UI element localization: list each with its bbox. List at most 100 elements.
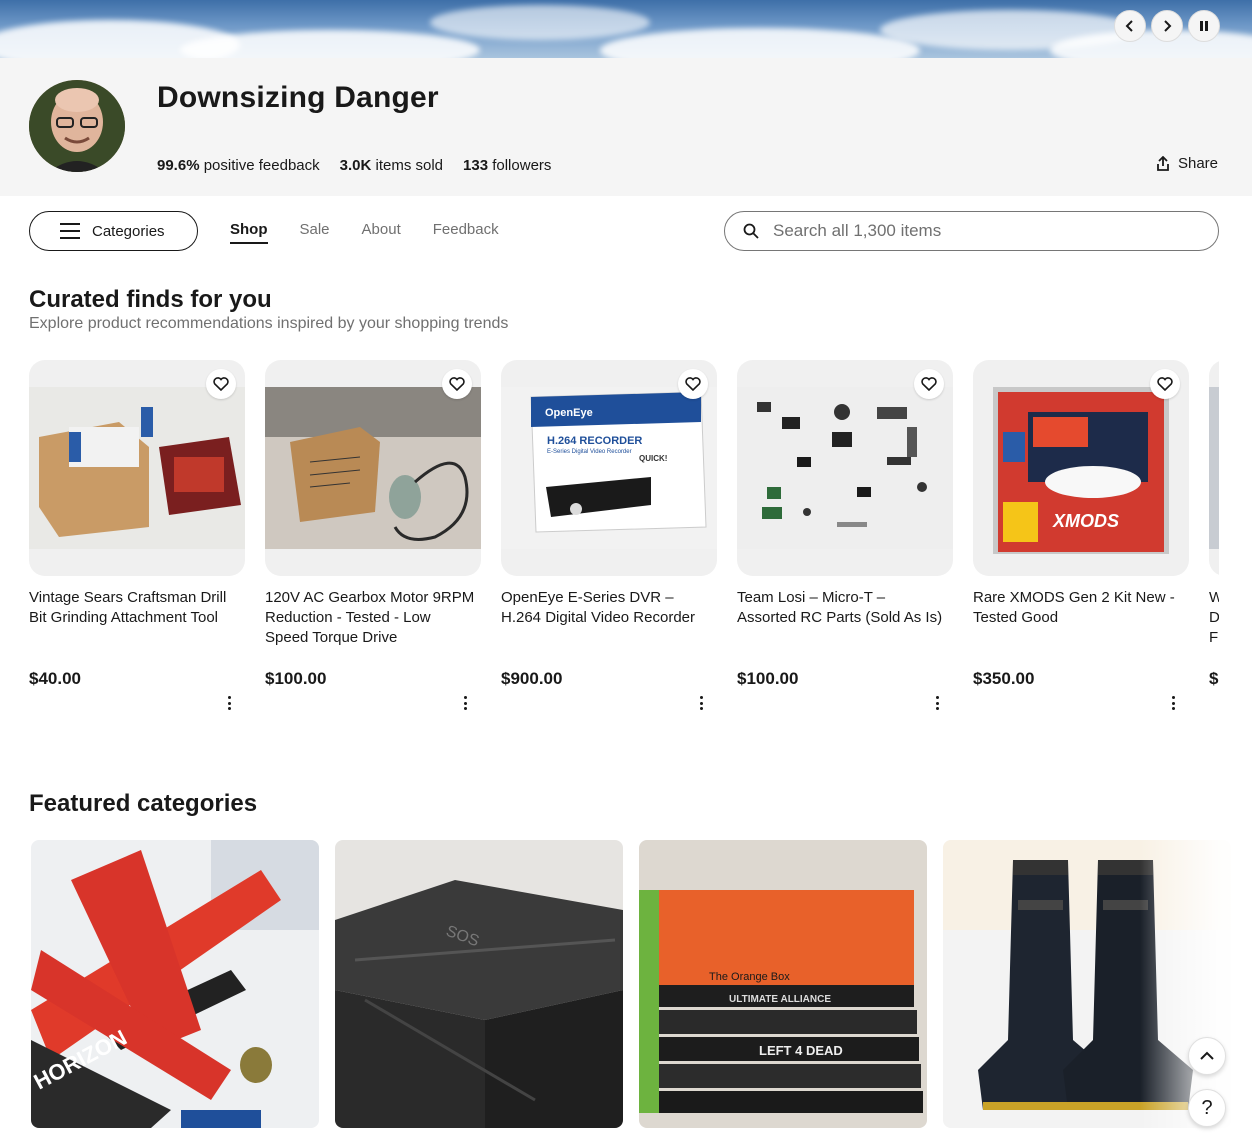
product-photo: OpenEye H.264 RECORDER E-Series Digital … (501, 387, 717, 549)
avatar[interactable] (29, 80, 125, 172)
scroll-top-button[interactable] (1188, 1037, 1226, 1075)
share-label: Share (1177, 155, 1218, 172)
featured-category-tile[interactable]: HORIZON (31, 840, 319, 1128)
hamburger-icon (60, 223, 80, 239)
product-card[interactable]: OpenEye H.264 RECORDER E-Series Digital … (501, 360, 717, 710)
avatar-photo (29, 80, 125, 172)
help-icon: ? (1201, 1096, 1213, 1119)
curated-title: Curated finds for you (29, 286, 272, 313)
game-title-text: The Orange Box (709, 971, 790, 983)
product-price: $100.00 (265, 669, 327, 688)
categories-button[interactable]: Categories (29, 211, 198, 251)
product-title[interactable]: Vintage Sears Craftsman Drill Bit Grindi… (29, 588, 239, 628)
store-search (724, 211, 1219, 251)
pause-icon (1200, 21, 1208, 31)
product-image[interactable] (265, 360, 481, 576)
more-options-button[interactable] (1165, 694, 1181, 712)
favorite-button[interactable] (442, 369, 472, 399)
game-2-text: ULTIMATE ALLIANCE (729, 994, 831, 1005)
category-photo: HORIZON (31, 840, 319, 1128)
heart-icon (449, 377, 465, 391)
product-card[interactable]: XMODS Rare XMODS Gen 2 Kit New - Tested … (973, 360, 1189, 710)
product-photo (1209, 387, 1219, 549)
store-name: Downsizing Danger (157, 81, 439, 114)
game-3-text: LEFT 4 DEAD (759, 1043, 843, 1058)
search-icon (743, 223, 759, 239)
followers-value: 133 (463, 157, 489, 174)
product-image[interactable] (1209, 360, 1219, 576)
feedback-value: 99.6% (157, 157, 200, 174)
xmods-logo-text: XMODS (1052, 511, 1119, 531)
heart-icon (213, 377, 229, 391)
feedback-label: positive feedback (203, 157, 320, 174)
sold-label: items sold (375, 157, 444, 174)
product-price: $900.00 (501, 669, 563, 688)
openeye-quick-text: QUICK! (639, 454, 667, 463)
product-photo: XMODS (973, 382, 1189, 554)
product-image[interactable]: OpenEye H.264 RECORDER E-Series Digital … (501, 360, 717, 576)
product-image[interactable] (737, 360, 953, 576)
product-title[interactable]: Team Losi – Micro-T – Assorted RC Parts … (737, 588, 947, 628)
product-price: $ (1209, 669, 1219, 688)
banner-next-button[interactable] (1151, 10, 1183, 42)
chevron-right-icon (1164, 20, 1172, 32)
followers-stat: 133 followers (463, 157, 551, 174)
more-vertical-icon (463, 696, 467, 699)
heart-icon (685, 377, 701, 391)
product-photo (265, 387, 481, 549)
followers-label: followers (492, 157, 552, 174)
favorite-button[interactable] (206, 369, 236, 399)
more-options-button[interactable] (221, 694, 237, 712)
more-options-button[interactable] (693, 694, 709, 712)
curated-subtitle: Explore product recommendations inspired… (29, 315, 509, 332)
featured-category-tile[interactable]: SOS (335, 840, 623, 1128)
more-vertical-icon (1171, 696, 1175, 699)
banner-prev-button[interactable] (1114, 10, 1146, 42)
heart-icon (921, 377, 937, 391)
curated-carousel: Vintage Sears Craftsman Drill Bit Grindi… (29, 360, 1219, 720)
chevron-up-icon (1200, 1051, 1214, 1060)
favorite-button[interactable] (1150, 369, 1180, 399)
chevron-left-icon (1125, 20, 1133, 32)
favorite-button[interactable] (914, 369, 944, 399)
openeye-model-text: H.264 RECORDER (547, 435, 642, 447)
product-photo (29, 387, 245, 549)
product-title[interactable]: Rare XMODS Gen 2 Kit New - Tested Good (973, 588, 1183, 628)
help-button[interactable]: ? (1188, 1089, 1226, 1127)
product-image[interactable] (29, 360, 245, 576)
tab-feedback[interactable]: Feedback (433, 221, 499, 244)
product-price: $40.00 (29, 669, 81, 688)
more-options-button[interactable] (929, 694, 945, 712)
store-tabs: Shop Sale About Feedback (230, 221, 499, 244)
product-card[interactable]: 120V AC Gearbox Motor 9RPM Reduction - T… (265, 360, 481, 710)
tab-about[interactable]: About (362, 221, 401, 244)
more-vertical-icon (699, 696, 703, 699)
product-card[interactable]: W D F $ (1209, 360, 1219, 688)
product-title[interactable]: OpenEye E-Series DVR – H.264 Digital Vid… (501, 588, 711, 628)
openeye-brand-text: OpenEye (545, 407, 593, 419)
openeye-sub-text: E-Series Digital Video Recorder (547, 449, 632, 455)
banner-pause-button[interactable] (1188, 10, 1220, 42)
category-photo: The Orange Box ULTIMATE ALLIANCE LEFT 4 … (639, 840, 927, 1128)
product-card[interactable]: Team Losi – Micro-T – Assorted RC Parts … (737, 360, 953, 710)
product-title[interactable]: W D F (1209, 588, 1219, 648)
banner-controls (1114, 10, 1220, 42)
product-image[interactable]: XMODS (973, 360, 1189, 576)
categories-label: Categories (92, 222, 165, 240)
more-vertical-icon (227, 696, 231, 699)
feedback-stat[interactable]: 99.6% positive feedback (157, 157, 320, 174)
product-photo (737, 387, 953, 549)
tab-sale[interactable]: Sale (300, 221, 330, 244)
tab-shop[interactable]: Shop (230, 221, 268, 244)
more-options-button[interactable] (457, 694, 473, 712)
favorite-button[interactable] (678, 369, 708, 399)
product-card[interactable]: Vintage Sears Craftsman Drill Bit Grindi… (29, 360, 245, 710)
store-banner (0, 0, 1252, 58)
product-title[interactable]: 120V AC Gearbox Motor 9RPM Reduction - T… (265, 588, 475, 648)
share-icon (1157, 155, 1169, 171)
featured-category-tile[interactable]: The Orange Box ULTIMATE ALLIANCE LEFT 4 … (639, 840, 927, 1128)
store-stats: 99.6% positive feedback 3.0K items sold … (157, 157, 551, 174)
search-input[interactable] (773, 221, 1193, 241)
sold-stat: 3.0K items sold (340, 157, 443, 174)
share-button[interactable]: Share (1156, 155, 1218, 172)
